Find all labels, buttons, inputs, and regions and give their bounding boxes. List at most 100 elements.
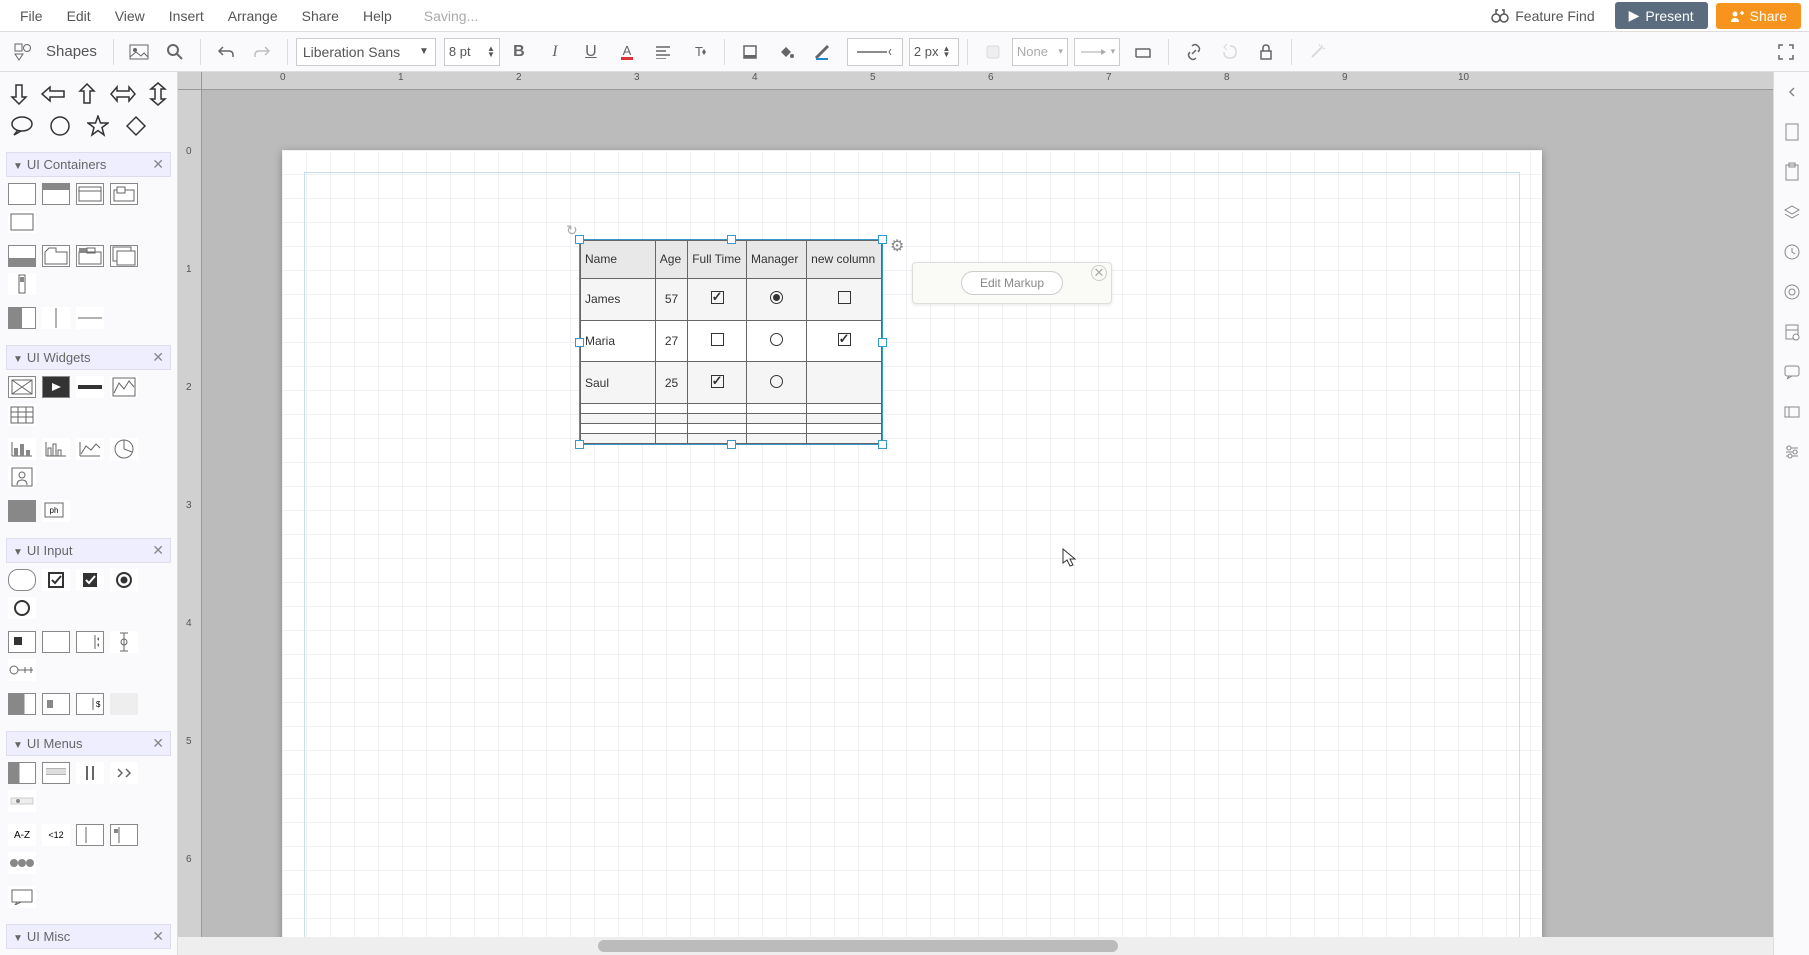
underline-button[interactable]: U [574,35,608,69]
page-icon[interactable] [1780,120,1804,144]
menu-widget-9[interactable] [110,824,138,846]
widget-8[interactable] [76,438,104,460]
input-widget-11[interactable] [8,693,36,715]
table-row[interactable] [581,404,882,414]
menu-share[interactable]: Share [290,2,351,30]
menu-widget-8[interactable] [76,824,104,846]
container-widget-4[interactable] [110,183,138,205]
input-widget-9[interactable] [110,631,138,653]
container-widget-11[interactable] [8,307,36,329]
widget-12[interactable]: ph [42,500,70,522]
selection-handle[interactable] [575,338,584,347]
selection-handle[interactable] [727,440,736,449]
arrow-updown-shape[interactable] [147,82,169,106]
input-widget-6[interactable] [8,631,36,653]
bold-button[interactable]: B [502,35,536,69]
fill-color-button[interactable] [733,35,767,69]
selection-handle[interactable] [878,235,887,244]
container-widget-8[interactable] [76,245,104,267]
history-icon[interactable] [1780,240,1804,264]
input-widget-3[interactable] [76,569,104,591]
close-icon[interactable]: ✕ [152,735,164,752]
menu-widget-7[interactable]: <12 [42,824,70,846]
layers-icon[interactable] [1780,200,1804,224]
table-row[interactable] [581,424,882,434]
settings-icon[interactable] [1780,440,1804,464]
menu-widget-3[interactable] [76,762,104,784]
container-widget-13[interactable] [76,307,104,329]
ui-containers-header[interactable]: ▼UI Containers ✕ [6,152,171,177]
widget-11[interactable] [8,500,36,522]
table-row[interactable]: Maria 27 [581,320,882,362]
page[interactable]: Name Age Full Time Manager new column Ja… [282,150,1542,937]
arrow-end-select[interactable]: ▾ [1074,38,1120,66]
horizontal-scrollbar[interactable] [178,937,1773,955]
selection-handle[interactable] [878,440,887,449]
menu-edit[interactable]: Edit [55,2,103,30]
shape-style-button[interactable] [976,35,1010,69]
undo-button[interactable] [209,35,243,69]
arrow-down-shape[interactable] [8,82,30,106]
edit-markup-button[interactable]: Edit Markup [961,271,1063,295]
table-header-name[interactable]: Name [581,241,656,279]
line-style-select[interactable] [847,38,903,66]
callout-shape[interactable] [8,114,36,138]
input-widget-5[interactable] [8,597,36,619]
insert-image-button[interactable] [122,35,156,69]
container-widget-12[interactable] [42,307,70,329]
table-widget[interactable]: Name Age Full Time Manager new column Ja… [580,240,882,444]
selection-handle[interactable] [878,338,887,347]
input-widget-1[interactable] [8,569,36,591]
table-row[interactable] [581,414,882,424]
text-align-button[interactable] [646,35,680,69]
scrollbar-thumb[interactable] [598,940,1118,952]
close-icon[interactable]: ✕ [152,156,164,173]
container-widget-2[interactable] [42,183,70,205]
data-icon[interactable] [1780,320,1804,344]
gear-icon[interactable]: ⚙ [890,236,904,256]
lock-button[interactable] [1249,35,1283,69]
ui-misc-header[interactable]: ▼UI Misc ✕ [6,924,171,949]
menu-file[interactable]: File [8,2,55,30]
slides-icon[interactable] [1780,400,1804,424]
widget-7[interactable] [42,438,70,460]
menu-widget-6[interactable]: A-Z [8,824,36,846]
widget-6[interactable] [8,438,36,460]
table-row[interactable]: Saul 25 [581,362,882,404]
widget-10[interactable] [8,466,36,488]
container-widget-9[interactable] [110,245,138,267]
line-color-button[interactable] [805,35,839,69]
present-button[interactable]: ▶ Present [1615,2,1708,29]
link-button[interactable] [1177,35,1211,69]
container-widget-3[interactable] [76,183,104,205]
container-widget-1[interactable] [8,183,36,205]
feature-find-button[interactable]: Feature Find [1479,2,1606,30]
menu-widget-4[interactable] [110,762,138,784]
menu-arrange[interactable]: Arrange [216,2,290,30]
circle-shape[interactable] [46,114,74,138]
container-widget-10[interactable] [8,273,36,295]
arrow-up-shape[interactable] [76,82,98,106]
share-button[interactable]: Share [1716,3,1801,29]
magic-wand-button[interactable] [1300,35,1334,69]
menu-insert[interactable]: Insert [157,2,216,30]
container-widget-7[interactable] [42,245,70,267]
rotate-handle[interactable]: ↻ [566,222,578,239]
font-family-select[interactable]: Liberation Sans ▼ [296,38,436,66]
input-widget-8[interactable] [76,631,104,653]
canvas-viewport[interactable]: Name Age Full Time Manager new column Ja… [202,90,1773,937]
widget-3[interactable] [76,376,104,398]
table-header-fulltime[interactable]: Full Time [688,241,747,279]
close-icon[interactable]: ✕ [1091,265,1107,281]
font-size-select[interactable]: 8 pt ▲▼ [444,38,500,66]
selection-handle[interactable] [575,440,584,449]
text-color-button[interactable]: A [610,35,644,69]
menu-help[interactable]: Help [351,2,404,30]
comment-icon[interactable] [1780,360,1804,384]
italic-button[interactable]: I [538,35,572,69]
close-icon[interactable]: ✕ [152,542,164,559]
table-header-age[interactable]: Age [655,241,687,279]
menu-widget-2[interactable] [42,762,70,784]
ui-widgets-header[interactable]: ▼UI Widgets ✕ [6,345,171,370]
widget-4[interactable] [110,376,138,398]
